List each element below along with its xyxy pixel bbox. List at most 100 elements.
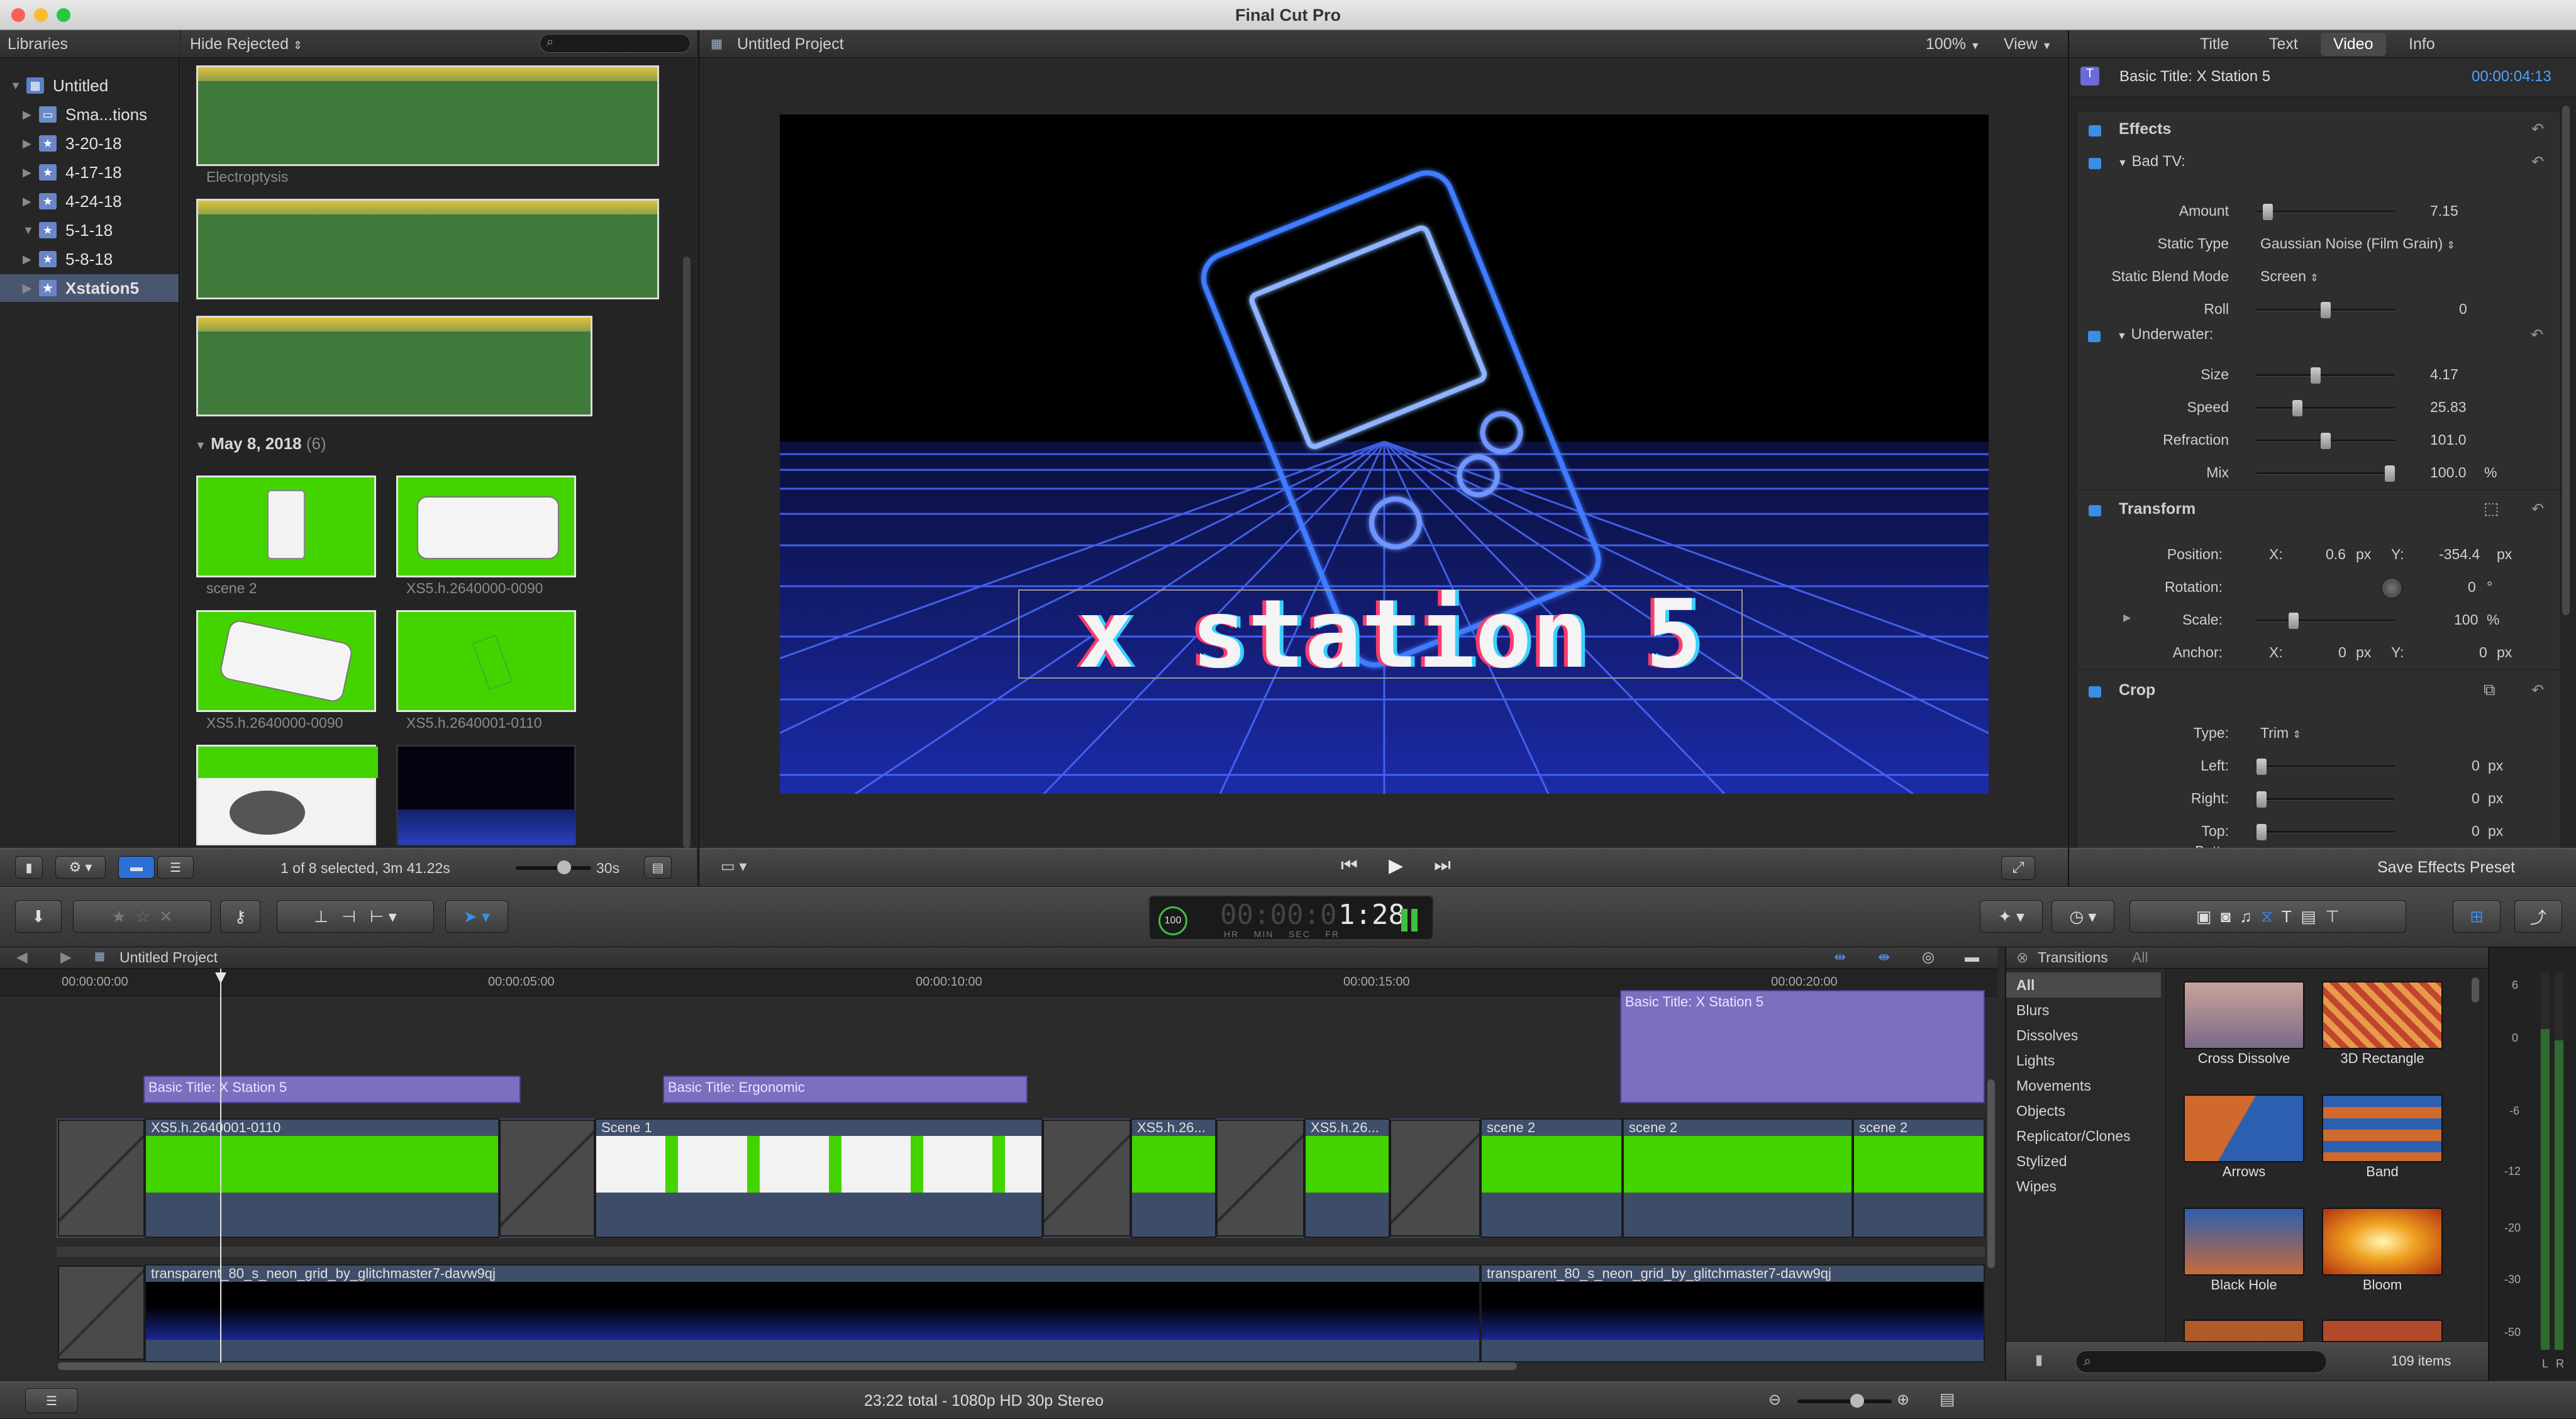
- browser-scrollbar[interactable]: [683, 257, 691, 848]
- category-all[interactable]: All: [2006, 972, 2161, 998]
- zoom-in-icon[interactable]: ⊕: [1897, 1391, 1909, 1409]
- browser-search-input[interactable]: ⌕: [540, 34, 691, 53]
- disclosure-closed-icon[interactable]: ▶: [23, 195, 39, 208]
- disclosure-closed-icon[interactable]: ▶: [2123, 611, 2131, 624]
- bg-clip-neon-grid-1[interactable]: transparent_80_s_neon_grid_by_glitchmast…: [145, 1264, 1480, 1362]
- view-menu[interactable]: View ▼: [2004, 35, 2052, 53]
- video-clip-xs5-b[interactable]: XS5.h.26...: [1304, 1118, 1390, 1238]
- video-clip-scene-2-b[interactable]: scene 2: [1623, 1118, 1853, 1238]
- bg-clip-neon-grid-2[interactable]: transparent_80_s_neon_grid_by_glitchmast…: [1480, 1264, 1985, 1362]
- transition-marker[interactable]: [58, 1266, 145, 1360]
- transform-enable-checkbox[interactable]: [2089, 505, 2101, 516]
- clip-appearance-icon[interactable]: ▤: [1940, 1389, 1955, 1409]
- next-edit-button[interactable]: ⏭: [1434, 855, 1451, 876]
- category-lights[interactable]: Lights: [2006, 1048, 2161, 1073]
- transition-bloom[interactable]: [2322, 1208, 2443, 1276]
- date-group-header[interactable]: ▼ May 8, 2018 (6): [195, 434, 326, 454]
- transition-arrows[interactable]: [2184, 1094, 2304, 1162]
- rotation-dial[interactable]: [2381, 577, 2402, 599]
- reset-icon[interactable]: ↶: [2531, 681, 2544, 699]
- transitions-search-input[interactable]: ⌕: [2075, 1350, 2327, 1373]
- bad-tv-header[interactable]: ▼ Bad TV:: [2118, 153, 2185, 170]
- title-clip-x-station-5-end[interactable]: Basic Title: X Station 5: [1620, 990, 1985, 1103]
- tab-title[interactable]: Title: [2200, 35, 2229, 53]
- transition-thumbnail-partial[interactable]: [2184, 1320, 2304, 1342]
- transition-thumbnail-partial[interactable]: [2322, 1320, 2443, 1342]
- clip-thumbnail-controller[interactable]: [196, 745, 378, 845]
- clip-thumbnail-xs5-0090-b[interactable]: [196, 610, 376, 712]
- play-button[interactable]: ▶: [1389, 855, 1403, 877]
- scale-slider[interactable]: [2257, 613, 2395, 629]
- slider-knob[interactable]: [2257, 791, 2267, 808]
- event-3-20-18[interactable]: ▶ ★ 3-20-18: [23, 130, 122, 157]
- enhance-button[interactable]: ✦ ▾: [1980, 900, 2043, 933]
- append-clip-icon[interactable]: ⊢ ▾: [370, 907, 397, 927]
- disclosure-closed-icon[interactable]: ▶: [23, 282, 39, 295]
- event-5-8-18[interactable]: ▶ ★ 5-8-18: [23, 245, 113, 273]
- category-dissolves[interactable]: Dissolves: [2006, 1023, 2161, 1048]
- event-5-1-18[interactable]: ▼ ★ 5-1-18: [23, 216, 113, 244]
- anchor-x-field[interactable]: 0: [2338, 644, 2346, 661]
- clip-thumbnail-xs5-0090[interactable]: [396, 476, 576, 577]
- video-clip-scene-1[interactable]: Scene 1: [595, 1118, 1043, 1238]
- themes-icon[interactable]: ⊤: [2325, 907, 2340, 927]
- disclosure-open-icon[interactable]: ▼: [23, 224, 39, 237]
- reset-icon[interactable]: ↶: [2531, 120, 2544, 138]
- transitions-browser-icon[interactable]: ⧖: [2261, 906, 2272, 927]
- bad-tv-enable-checkbox[interactable]: [2089, 158, 2101, 169]
- select-tool-button[interactable]: ➤ ▾: [445, 900, 508, 933]
- timeline-index-button[interactable]: ☰: [25, 1388, 78, 1413]
- connect-clip-icon[interactable]: ⊥: [314, 907, 328, 927]
- transition-marker[interactable]: [1043, 1120, 1131, 1237]
- audio-clip-thumbnail[interactable]: [196, 65, 659, 166]
- reject-x-icon[interactable]: ✕: [159, 907, 173, 927]
- position-x-field[interactable]: 0.6: [2326, 546, 2346, 563]
- video-clip-scene-2-a[interactable]: scene 2: [1480, 1118, 1623, 1238]
- disclosure-closed-icon[interactable]: ▶: [23, 253, 39, 266]
- save-effects-preset-button[interactable]: Save Effects Preset: [2377, 859, 2515, 877]
- effects-browser-button[interactable]: ⊞: [2453, 900, 2501, 933]
- background-tasks-indicator[interactable]: 100: [1158, 906, 1187, 935]
- speed-slider[interactable]: [2257, 400, 2395, 416]
- transition-band[interactable]: [2322, 1094, 2443, 1162]
- fullscreen-button[interactable]: ⤢: [2001, 856, 2035, 880]
- audio-clip-thumbnail[interactable]: [196, 199, 659, 299]
- category-blurs[interactable]: Blurs: [2006, 998, 2161, 1023]
- clip-thumbnail-neon-grid[interactable]: [396, 745, 576, 845]
- slider-knob[interactable]: [2289, 613, 2299, 629]
- viewer-canvas[interactable]: x station 5: [780, 114, 1989, 794]
- import-button[interactable]: ⬇: [15, 900, 62, 933]
- slider-knob[interactable]: [2321, 302, 2331, 318]
- disclosure-closed-icon[interactable]: ▶: [23, 166, 39, 179]
- inspector-scrollbar[interactable]: [2562, 106, 2570, 615]
- video-clip-xs5-a[interactable]: XS5.h.26...: [1131, 1118, 1216, 1238]
- crop-left-slider[interactable]: [2257, 759, 2395, 775]
- zoom-popup[interactable]: 100% ▼: [1926, 35, 1980, 53]
- favorite-star-icon[interactable]: ★: [111, 907, 126, 927]
- clip-thumbnail-scene-2[interactable]: [196, 476, 376, 577]
- transitions-scrollbar[interactable]: [2472, 977, 2479, 1003]
- underwater-enable-checkbox[interactable]: [2088, 331, 2101, 342]
- transform-onscreen-icon[interactable]: ⬚: [2484, 499, 2499, 518]
- share-button[interactable]: ⤴: [2514, 900, 2562, 933]
- sidebar-toggle-icon[interactable]: ▮: [2035, 1352, 2043, 1368]
- generators-icon[interactable]: ▤: [2301, 907, 2316, 927]
- playhead[interactable]: [220, 969, 221, 1362]
- disclosure-closed-icon[interactable]: ▶: [23, 137, 39, 150]
- event-xstation5[interactable]: ▶ ★ Xstation5: [23, 274, 139, 302]
- transition-marker[interactable]: [1216, 1120, 1304, 1237]
- category-replicator-clones[interactable]: Replicator/Clones: [2006, 1123, 2161, 1149]
- crop-type-popup[interactable]: Trim ⇕: [2260, 725, 2301, 742]
- event-4-24-18[interactable]: ▶ ★ 4-24-18: [23, 187, 122, 215]
- transition-black-hole[interactable]: [2184, 1208, 2304, 1276]
- mix-slider[interactable]: [2257, 465, 2395, 482]
- filmstrip-view-button[interactable]: ▬: [118, 856, 155, 879]
- library-untitled[interactable]: ▼ ▦ Untitled: [10, 72, 108, 99]
- slider-knob[interactable]: [2321, 433, 2331, 449]
- unrate-star-icon[interactable]: ☆: [135, 907, 150, 927]
- crop-right-slider[interactable]: [2257, 791, 2395, 808]
- slider-knob[interactable]: [1850, 1394, 1864, 1408]
- timeline-zoom-slider[interactable]: [1797, 1394, 1892, 1408]
- anchor-y-field[interactable]: 0: [2479, 644, 2487, 661]
- effects-enable-checkbox[interactable]: [2089, 125, 2101, 136]
